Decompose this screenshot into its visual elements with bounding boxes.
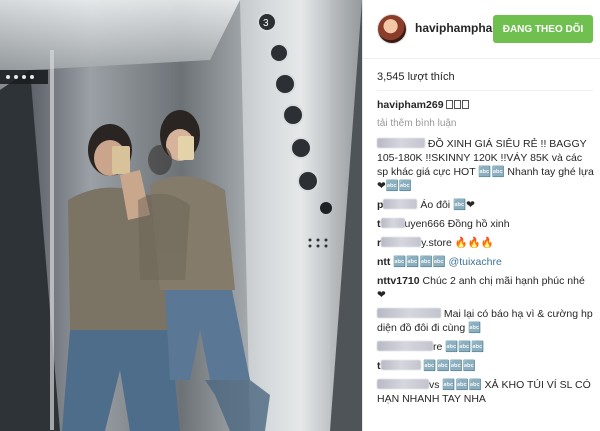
post-sidebar: haviphampham.. ĐANG THEO DÕI 3,545 lượt … bbox=[362, 0, 600, 431]
list-item: nttv1710 Chúc 2 anh chị mãi hạnh phúc nh… bbox=[377, 274, 595, 302]
comment-text[interactable]: 🔤🔤🔤🔤 @tuixachre bbox=[393, 256, 501, 268]
redacted-username[interactable] bbox=[377, 138, 425, 148]
list-item: ntt 🔤🔤🔤🔤 @tuixachre bbox=[377, 255, 595, 269]
redacted-username bbox=[380, 360, 421, 370]
list-item: re 🔤🔤🔤 bbox=[377, 340, 595, 354]
avatar[interactable] bbox=[377, 14, 407, 44]
elevator-selfie-photo-icon: 3 bbox=[0, 0, 362, 431]
redacted-username bbox=[383, 199, 418, 209]
svg-text:3: 3 bbox=[263, 18, 269, 29]
list-item: t uyen666 Đồng hồ xinh bbox=[377, 217, 595, 231]
list-item: t 🔤🔤🔤🔤 bbox=[377, 359, 595, 373]
emoji-icon bbox=[454, 100, 462, 109]
list-item: r y.store 🔥🔥🔥 bbox=[377, 236, 595, 250]
comment-text: Áo đôi 🔤❤ bbox=[420, 199, 475, 211]
comment-text: uyen666 Đồng hồ xinh bbox=[404, 218, 510, 230]
comment-username[interactable]: t bbox=[377, 360, 381, 372]
comments-list: havipham269 tải thêm bình luận ĐỒ XINH G… bbox=[377, 98, 595, 411]
emoji-icon bbox=[462, 100, 470, 109]
list-item: vs 🔤🔤🔤 XẢ KHO TÚI VÍ SL CÓ HẠN NHANH TAY… bbox=[377, 378, 595, 406]
comment-username[interactable]: t bbox=[377, 218, 381, 230]
list-item: Mai lại có báo hạ vì & cường hp diện đồ … bbox=[377, 307, 595, 335]
redacted-username[interactable] bbox=[377, 308, 441, 318]
caption-username[interactable]: havipham269 bbox=[377, 99, 444, 111]
redacted-username[interactable] bbox=[377, 341, 433, 351]
list-item: ĐỒ XINH GIÁ SIÊU RẺ !! BAGGY 105-180K !!… bbox=[377, 137, 595, 193]
emoji-icon bbox=[446, 100, 454, 109]
caption: havipham269 bbox=[377, 98, 595, 112]
comment-username[interactable]: nttv1710 bbox=[377, 275, 420, 287]
following-button[interactable]: ĐANG THEO DÕI bbox=[493, 15, 593, 43]
redacted-username bbox=[381, 237, 422, 247]
post-header: haviphampham.. ĐANG THEO DÕI bbox=[363, 0, 600, 59]
comment-text: re 🔤🔤🔤 bbox=[433, 341, 485, 353]
redacted-username bbox=[380, 218, 405, 228]
comment-username[interactable]: ntt bbox=[377, 256, 390, 268]
load-more-comments-link[interactable]: tải thêm bình luận bbox=[377, 117, 595, 131]
redacted-username[interactable] bbox=[377, 379, 429, 389]
comment-text: y.store 🔥🔥🔥 bbox=[421, 237, 494, 249]
list-item: p Áo đôi 🔤❤ bbox=[377, 198, 595, 212]
comment-text: 🔤🔤🔤🔤 bbox=[423, 360, 476, 372]
likes-count[interactable]: 3,545 lượt thích bbox=[377, 71, 455, 83]
post-photo[interactable]: 3 bbox=[0, 0, 362, 431]
divider bbox=[377, 90, 593, 91]
